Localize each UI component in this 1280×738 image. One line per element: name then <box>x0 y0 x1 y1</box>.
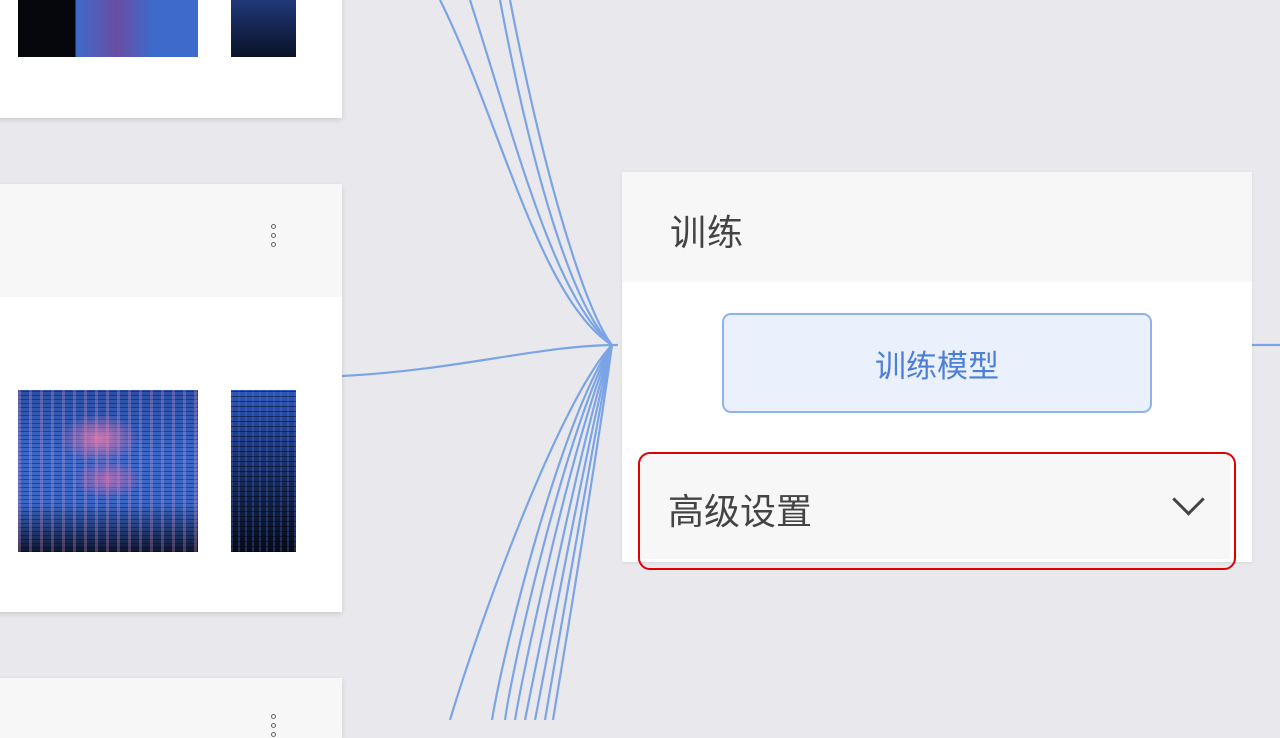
more-options-icon[interactable] <box>271 714 276 737</box>
more-options-icon[interactable] <box>271 224 276 247</box>
spectrogram-node[interactable] <box>0 184 342 612</box>
node-header <box>0 678 342 738</box>
chevron-down-icon[interactable] <box>1172 483 1205 516</box>
train-node-header: 训练 <box>622 172 1252 282</box>
spectrogram-thumbnail <box>18 0 198 57</box>
train-model-button[interactable]: 训练模型 <box>722 313 1152 413</box>
advanced-settings-label: 高级设置 <box>668 492 813 533</box>
spectrogram-thumbnail <box>18 390 198 552</box>
train-node[interactable]: 训练 训练模型 高级设置 <box>622 172 1252 562</box>
node-header <box>0 184 342 297</box>
spectrogram-thumbnail <box>231 390 296 552</box>
spectrogram-thumbnail <box>231 0 296 57</box>
spectrogram-node-bottom[interactable] <box>0 678 342 738</box>
spectrogram-node-top[interactable] <box>0 0 342 118</box>
train-node-title: 训练 <box>670 213 745 254</box>
advanced-settings-toggle[interactable]: 高级设置 <box>640 455 1230 559</box>
